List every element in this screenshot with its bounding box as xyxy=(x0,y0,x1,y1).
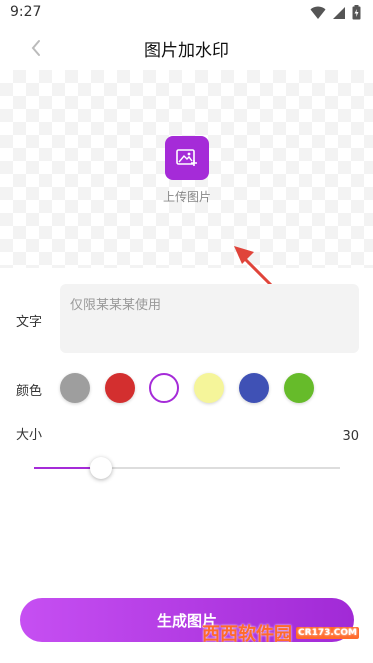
image-canvas[interactable]: 上传图片 xyxy=(0,70,373,312)
color-swatch-blue[interactable] xyxy=(239,373,269,403)
color-swatch-gray[interactable] xyxy=(60,373,90,403)
wifi-icon xyxy=(310,6,326,19)
watermark-site: CR173.COM xyxy=(296,627,359,639)
color-swatch-red[interactable] xyxy=(105,373,135,403)
color-label: 颜色 xyxy=(16,384,43,399)
upload-label: 上传图片 xyxy=(162,190,211,204)
color-swatch-white[interactable] xyxy=(149,373,179,403)
size-value: 30 xyxy=(342,429,359,444)
battery-icon xyxy=(352,5,361,20)
watermark-text-input[interactable]: 仅限某某某使用 xyxy=(60,284,359,353)
signal-icon xyxy=(333,6,345,19)
nav-bar: 图片加水印 xyxy=(0,26,373,70)
text-label: 文字 xyxy=(16,315,43,330)
status-icons xyxy=(310,5,361,20)
status-time: 9:27 xyxy=(10,4,42,20)
add-image-icon xyxy=(176,149,197,166)
upload-image-button[interactable] xyxy=(165,136,209,180)
color-swatch-light-yellow[interactable] xyxy=(194,373,224,403)
page-title: 图片加水印 xyxy=(144,41,229,61)
color-swatch-green[interactable] xyxy=(284,373,314,403)
site-watermark-logo: 西西软件园 CR173.COM xyxy=(202,620,359,646)
watermark-brand: 西西软件园 xyxy=(202,624,293,645)
status-bar: 9:27 xyxy=(0,0,373,26)
size-slider[interactable] xyxy=(34,467,340,469)
size-slider-thumb[interactable] xyxy=(90,457,113,479)
size-label: 大小 xyxy=(16,428,43,443)
